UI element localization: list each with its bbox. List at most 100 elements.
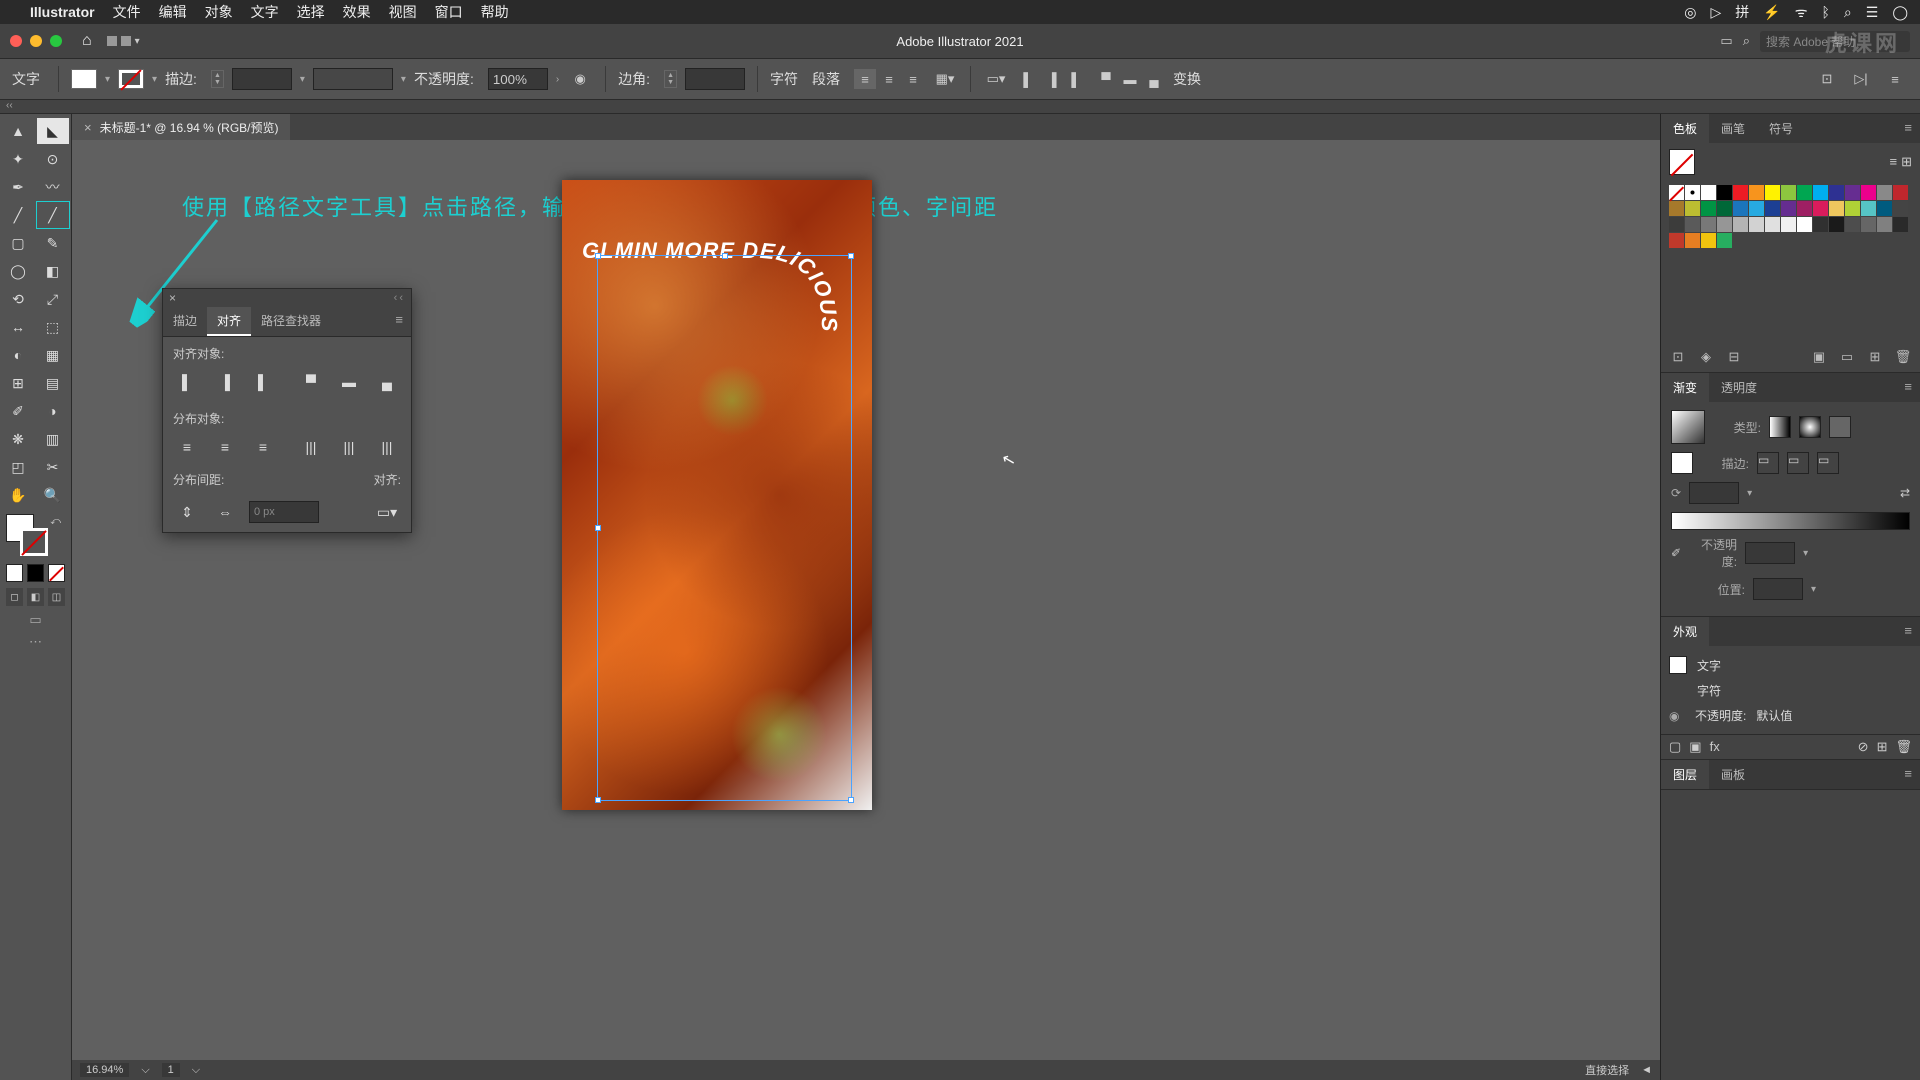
swatch-color[interactable] bbox=[1845, 185, 1860, 200]
user-icon[interactable]: ◯ bbox=[1892, 4, 1908, 21]
gradient-slider[interactable] bbox=[1671, 512, 1910, 530]
pen-tool[interactable]: ✒ bbox=[2, 174, 34, 200]
swatch-color[interactable] bbox=[1797, 217, 1812, 232]
new-swatch-folder-icon[interactable]: ▭ bbox=[1838, 348, 1856, 366]
swatch-color[interactable] bbox=[1877, 217, 1892, 232]
draw-behind-icon[interactable]: ◧ bbox=[27, 588, 44, 606]
radial-gradient-icon[interactable] bbox=[1799, 416, 1821, 438]
document-tab[interactable]: × 未标题-1* @ 16.94 % (RGB/预览) bbox=[72, 114, 290, 140]
swatch-color[interactable] bbox=[1893, 201, 1908, 216]
zoom-dropdown-icon[interactable]: ⌵ bbox=[141, 1064, 149, 1077]
blend-tool[interactable]: ◑ bbox=[37, 398, 69, 424]
swatch-color[interactable] bbox=[1749, 201, 1764, 216]
swatch-color[interactable] bbox=[1717, 233, 1732, 248]
swatch-color[interactable] bbox=[1733, 185, 1748, 200]
swatch-color[interactable] bbox=[1813, 185, 1828, 200]
swatch-color[interactable] bbox=[1781, 201, 1796, 216]
mask-icon[interactable]: ▷| bbox=[1848, 66, 1874, 92]
spacing-value-input[interactable] bbox=[249, 501, 319, 523]
gradient-fill-swatch[interactable] bbox=[1671, 452, 1693, 474]
appearance-tab[interactable]: 外观 bbox=[1661, 617, 1709, 646]
new-swatch-icon[interactable]: ⊞ bbox=[1866, 348, 1884, 366]
valign-bottom-icon[interactable]: ▄ bbox=[1143, 69, 1165, 89]
swatch-color[interactable] bbox=[1845, 201, 1860, 216]
swatch-list-view-icon[interactable]: ≡ bbox=[1890, 154, 1898, 170]
swap-fill-stroke-icon[interactable]: ⤺ bbox=[50, 516, 61, 527]
gradient-stop-picker-icon[interactable]: ✐ bbox=[1671, 546, 1681, 560]
menu-view[interactable]: 视图 bbox=[389, 2, 417, 22]
fill-stroke-block[interactable]: ⤺ bbox=[2, 514, 69, 560]
stroke-weight-input[interactable] bbox=[232, 68, 292, 90]
symbol-sprayer-tool[interactable]: ❋ bbox=[2, 426, 34, 452]
swatches-tab[interactable]: 色板 bbox=[1661, 114, 1709, 143]
swatch-color[interactable] bbox=[1813, 217, 1828, 232]
align-right-icon[interactable]: ≡ bbox=[902, 69, 924, 89]
eraser-tool[interactable]: ◧ bbox=[37, 258, 69, 284]
scroll-left-icon[interactable]: ◄ bbox=[1641, 1064, 1652, 1076]
reverse-gradient-icon[interactable]: ⇄ bbox=[1900, 486, 1910, 500]
artboard-dropdown-icon[interactable]: ⌵ bbox=[192, 1064, 200, 1077]
arrange-documents-button[interactable]: ▾ bbox=[107, 36, 140, 47]
window-controls[interactable] bbox=[10, 35, 62, 47]
visibility-toggle-icon[interactable]: ◉ bbox=[1669, 709, 1685, 723]
swatch-libraries-icon[interactable]: ⊡ bbox=[1669, 348, 1687, 366]
swatch-color[interactable] bbox=[1893, 217, 1908, 232]
stroke-grad-along-icon[interactable]: ▭ bbox=[1787, 452, 1809, 474]
freeform-gradient-icon[interactable] bbox=[1829, 416, 1851, 438]
rectangle-tool[interactable]: ▢ bbox=[2, 230, 34, 256]
swatch-color[interactable] bbox=[1701, 217, 1716, 232]
home-button[interactable]: ⌂ bbox=[82, 32, 92, 50]
swatch-color[interactable] bbox=[1813, 201, 1828, 216]
dist-top-button[interactable]: ≡ bbox=[173, 435, 201, 459]
swatch-registration[interactable] bbox=[1685, 185, 1700, 200]
add-new-stroke-icon[interactable]: ▢ bbox=[1669, 739, 1681, 755]
free-transform-tool[interactable]: ⬚ bbox=[37, 314, 69, 340]
paragraph-panel-link[interactable]: 段落 bbox=[812, 69, 840, 89]
paintbrush-tool[interactable]: ✎ bbox=[37, 230, 69, 256]
swatch-color[interactable] bbox=[1829, 217, 1844, 232]
stroke-grad-within-icon[interactable]: ▭ bbox=[1757, 452, 1779, 474]
swatch-color[interactable] bbox=[1781, 217, 1796, 232]
swatches-menu-icon[interactable]: ≡ bbox=[1896, 114, 1920, 143]
linear-gradient-icon[interactable] bbox=[1769, 416, 1791, 438]
dist-right-button[interactable]: ||| bbox=[373, 435, 401, 459]
opacity-input[interactable] bbox=[488, 68, 548, 90]
current-fill-stroke-icon[interactable] bbox=[1669, 149, 1695, 175]
type-tool-active[interactable]: ╱ bbox=[37, 202, 69, 228]
gradient-menu-icon[interactable]: ≡ bbox=[1896, 373, 1920, 402]
layers-tab[interactable]: 图层 bbox=[1661, 760, 1709, 789]
line-tool[interactable]: ╱ bbox=[2, 202, 34, 228]
swatch-color[interactable] bbox=[1685, 201, 1700, 216]
gradient-mode-icon[interactable] bbox=[27, 564, 44, 582]
input-method-icon[interactable]: 拼 bbox=[1735, 2, 1749, 22]
gradient-tab[interactable]: 渐变 bbox=[1661, 373, 1709, 402]
align-right-button[interactable]: ▌ bbox=[249, 370, 277, 394]
menu-edit[interactable]: 编辑 bbox=[159, 2, 187, 22]
swatch-color[interactable] bbox=[1749, 217, 1764, 232]
toolbox-stroke-swatch[interactable] bbox=[20, 528, 48, 556]
close-tab-icon[interactable]: × bbox=[84, 120, 92, 135]
panel-collapse-strip[interactable]: ‹‹ bbox=[0, 100, 1920, 114]
swatch-color[interactable] bbox=[1765, 201, 1780, 216]
artboard-tool[interactable]: ◰ bbox=[2, 454, 34, 480]
screen-mode-icon[interactable]: ▭ bbox=[2, 608, 69, 632]
stop-position-input[interactable] bbox=[1753, 578, 1803, 600]
direct-selection-tool[interactable]: ◣ bbox=[37, 118, 69, 144]
appearance-opacity-value[interactable]: 默认值 bbox=[1756, 707, 1792, 724]
scale-tool[interactable]: ⤢ bbox=[37, 286, 69, 312]
obs-icon[interactable]: ◎ bbox=[1684, 4, 1696, 21]
panel-collapse-icon[interactable]: ‹‹ bbox=[394, 292, 405, 304]
slice-tool[interactable]: ✂ bbox=[37, 454, 69, 480]
swatch-color[interactable] bbox=[1733, 201, 1748, 216]
panel-menu-icon[interactable]: ≡ bbox=[1882, 66, 1908, 92]
swatch-color[interactable] bbox=[1669, 233, 1684, 248]
symbols-tab[interactable]: 符号 bbox=[1757, 114, 1805, 143]
menu-file[interactable]: 文件 bbox=[113, 2, 141, 22]
maximize-window-icon[interactable] bbox=[50, 35, 62, 47]
corner-input[interactable] bbox=[685, 68, 745, 90]
new-color-group-icon[interactable]: ▣ bbox=[1810, 348, 1828, 366]
swatch-kinds-icon[interactable]: ◈ bbox=[1697, 348, 1715, 366]
swatch-color[interactable] bbox=[1685, 233, 1700, 248]
corner-stepper[interactable]: ▲▼ bbox=[664, 70, 677, 88]
transparency-tab[interactable]: 透明度 bbox=[1709, 373, 1769, 402]
